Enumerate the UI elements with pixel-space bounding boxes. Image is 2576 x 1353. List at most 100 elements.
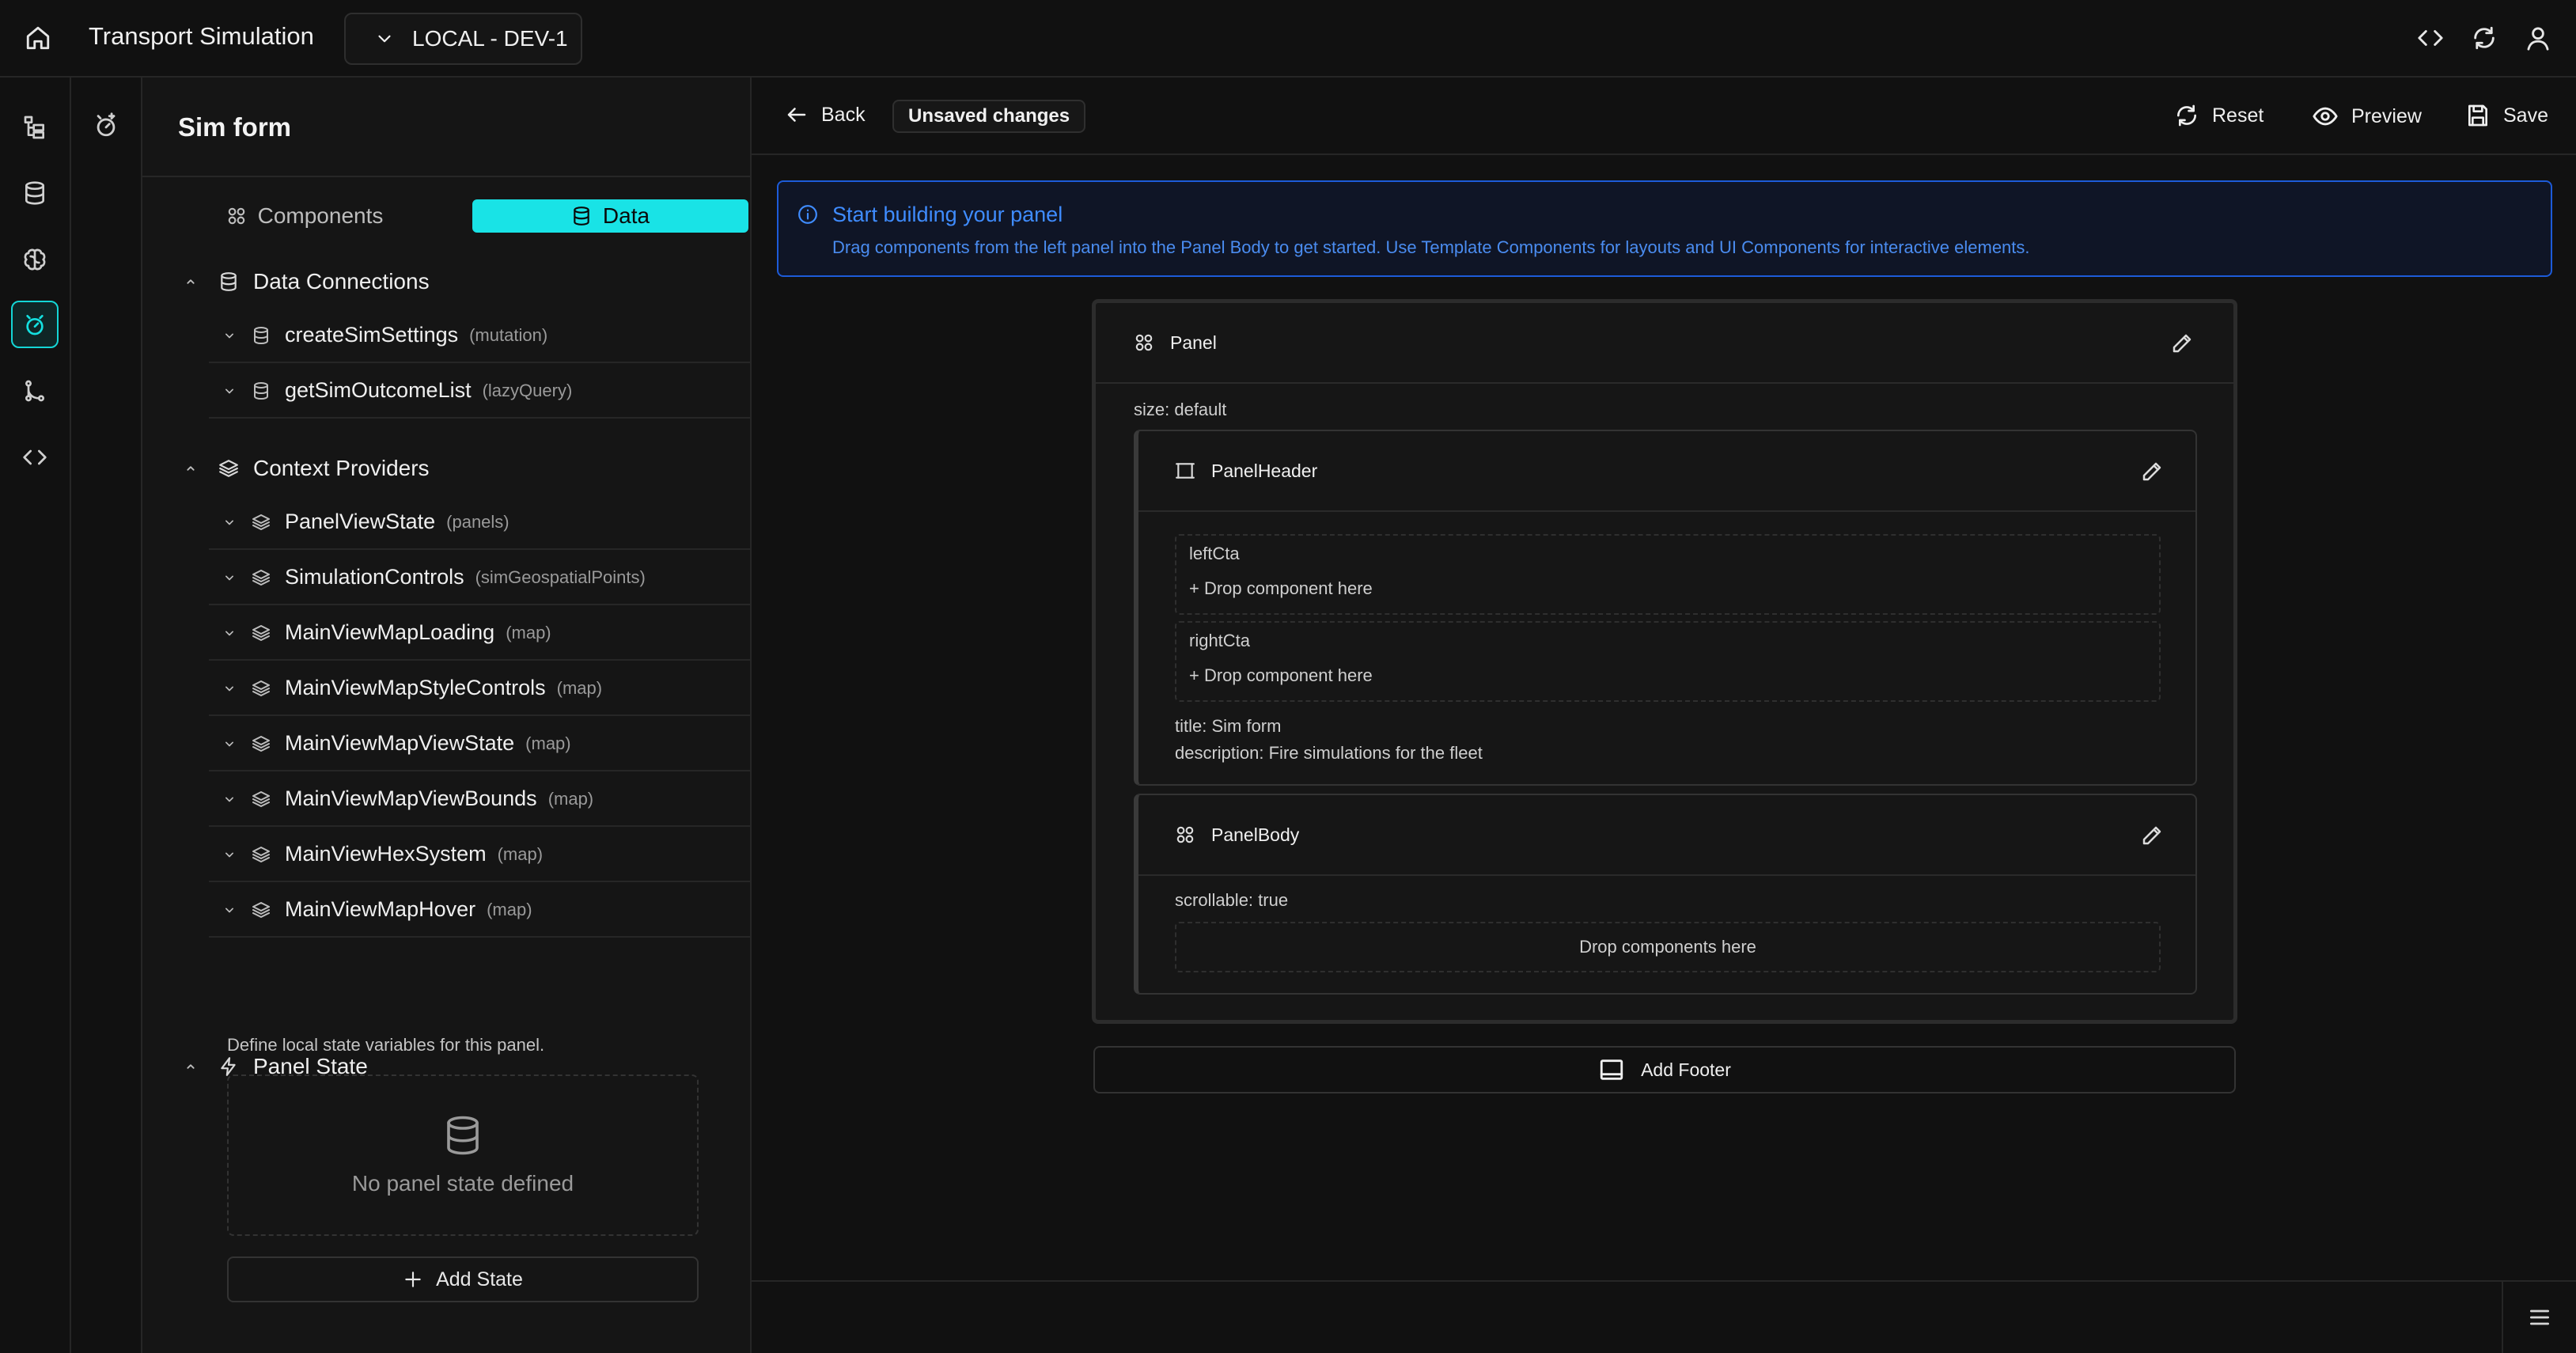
chevron-down-icon[interactable] bbox=[209, 514, 241, 530]
database-icon bbox=[252, 326, 274, 345]
pencil-icon[interactable] bbox=[2140, 460, 2164, 483]
plus-icon: + bbox=[1189, 665, 1204, 685]
add-state-button[interactable]: Add State bbox=[227, 1256, 699, 1302]
preview-button[interactable]: Preview bbox=[2312, 103, 2422, 130]
panel-body-head: PanelBody bbox=[1138, 795, 2195, 876]
save-icon bbox=[2465, 103, 2491, 128]
item-tag: (map) bbox=[547, 788, 594, 809]
panel-body-card[interactable]: PanelBody scrollable: true Drop componen… bbox=[1134, 794, 2197, 995]
unsaved-badge: Unsaved changes bbox=[892, 100, 1086, 133]
add-footer-label: Add Footer bbox=[1641, 1059, 1731, 1080]
item-tag: (simGeospatialPoints) bbox=[475, 567, 646, 587]
chevron-down-icon[interactable] bbox=[209, 625, 241, 641]
back-button[interactable]: Back bbox=[785, 103, 866, 127]
chevron-down-icon[interactable] bbox=[209, 328, 241, 343]
item-tag: (map) bbox=[487, 899, 532, 919]
drop-zone-label: + Drop component here bbox=[1189, 665, 1373, 686]
chevron-up-icon bbox=[182, 460, 206, 477]
arrow-left-icon bbox=[785, 103, 809, 127]
tab-components-label: Components bbox=[257, 203, 384, 228]
refresh-icon[interactable] bbox=[2465, 19, 2503, 57]
add-footer-button[interactable]: Add Footer bbox=[1093, 1046, 2236, 1093]
section-context-providers[interactable]: Context Providers bbox=[182, 453, 430, 484]
pencil-icon[interactable] bbox=[2170, 332, 2194, 355]
secondary-rail bbox=[71, 78, 142, 1353]
panel-card[interactable]: Panel size: default PanelHeader leftCta … bbox=[1092, 299, 2237, 1024]
panel-state-empty: No panel state defined bbox=[227, 1074, 699, 1236]
chevron-down-icon[interactable] bbox=[209, 383, 241, 399]
panel-builder-icon[interactable] bbox=[11, 301, 59, 348]
right-cta-slot[interactable]: rightCta + Drop component here bbox=[1175, 621, 2161, 702]
panel-body-drop-zone[interactable]: Drop components here bbox=[1175, 922, 2161, 972]
item-name: createSimSettings bbox=[285, 323, 459, 347]
components-icon bbox=[1134, 332, 1154, 353]
database-icon bbox=[571, 206, 592, 226]
panel-body-title: PanelBody bbox=[1211, 824, 1300, 845]
database-icon bbox=[441, 1114, 484, 1157]
back-label: Back bbox=[821, 103, 866, 126]
panel-builder-icon[interactable] bbox=[82, 101, 130, 149]
panel-title: Sim form bbox=[178, 112, 292, 142]
footer-icon bbox=[1598, 1056, 1625, 1083]
environment-select[interactable]: LOCAL - DEV-1 bbox=[344, 13, 582, 65]
database-icon[interactable] bbox=[11, 169, 59, 217]
code-icon[interactable] bbox=[2411, 19, 2449, 57]
layers-icon bbox=[252, 900, 274, 919]
frame-icon bbox=[1175, 460, 1195, 481]
brain-icon[interactable] bbox=[11, 236, 59, 283]
chevron-down-icon[interactable] bbox=[209, 902, 241, 918]
item-name: MainViewMapHover bbox=[285, 897, 476, 921]
tab-bar: Components Data bbox=[166, 196, 748, 236]
info-title: Start building your panel bbox=[832, 203, 1063, 226]
section-data-connections[interactable]: Data Connections bbox=[182, 266, 430, 298]
empty-text: No panel state defined bbox=[351, 1171, 574, 1196]
chevron-down-icon[interactable] bbox=[209, 680, 241, 696]
main-toolbar: Back Unsaved changes Reset Preview Save bbox=[752, 78, 2576, 155]
info-text: Drag components from the left panel into… bbox=[832, 237, 2030, 257]
tab-components[interactable]: Components bbox=[166, 199, 443, 233]
pencil-icon[interactable] bbox=[2140, 824, 2164, 847]
reset-label: Reset bbox=[2212, 104, 2264, 127]
item-name: MainViewMapLoading bbox=[285, 620, 495, 644]
drop-zone-label: + Drop component here bbox=[1189, 578, 1373, 599]
divider bbox=[142, 176, 752, 177]
environment-value: LOCAL - DEV-1 bbox=[412, 26, 568, 51]
git-branch-icon[interactable] bbox=[11, 367, 59, 415]
save-button[interactable]: Save bbox=[2465, 103, 2548, 128]
left-cta-slot[interactable]: leftCta + Drop component here bbox=[1175, 534, 2161, 615]
save-label: Save bbox=[2503, 104, 2548, 127]
chevron-up-icon bbox=[182, 1058, 206, 1075]
panel-header-card[interactable]: PanelHeader leftCta + Drop component her… bbox=[1134, 430, 2197, 786]
item-name: MainViewMapStyleControls bbox=[285, 676, 546, 699]
panel-state-description: Define local state variables for this pa… bbox=[227, 1035, 545, 1055]
item-name: MainViewMapViewState bbox=[285, 731, 515, 755]
scrollable-prop: scrollable: true bbox=[1175, 890, 1289, 910]
chevron-down-icon[interactable] bbox=[209, 847, 241, 862]
slot-name: rightCta bbox=[1189, 631, 1251, 650]
user-icon[interactable] bbox=[2519, 19, 2557, 57]
chevron-down-icon[interactable] bbox=[209, 570, 241, 586]
add-state-label: Add State bbox=[436, 1268, 523, 1290]
section-title: Data Connections bbox=[253, 269, 430, 294]
info-icon bbox=[797, 204, 818, 225]
item-tag: (map) bbox=[506, 622, 551, 642]
top-bar: Transport Simulation LOCAL - DEV-1 bbox=[0, 0, 2576, 78]
item-tag: (lazyQuery) bbox=[482, 380, 573, 400]
item-tag: (map) bbox=[525, 733, 571, 753]
menu-icon[interactable] bbox=[2502, 1282, 2576, 1353]
tree-icon[interactable] bbox=[11, 103, 59, 150]
item-name: getSimOutcomeList bbox=[285, 378, 472, 402]
database-icon bbox=[218, 271, 239, 292]
chevron-down-icon[interactable] bbox=[209, 791, 241, 807]
item-tag: (map) bbox=[497, 843, 544, 864]
plus-icon bbox=[403, 1269, 423, 1290]
chevron-down-icon[interactable] bbox=[209, 736, 241, 752]
eye-icon bbox=[2312, 103, 2339, 130]
tab-data[interactable]: Data bbox=[472, 199, 748, 233]
plus-icon: + bbox=[1189, 578, 1204, 598]
home-icon[interactable] bbox=[19, 19, 57, 57]
reset-button[interactable]: Reset bbox=[2174, 103, 2263, 128]
layers-icon bbox=[252, 513, 274, 532]
panel-card-title: Panel bbox=[1170, 332, 1217, 353]
code-icon[interactable] bbox=[11, 434, 59, 481]
